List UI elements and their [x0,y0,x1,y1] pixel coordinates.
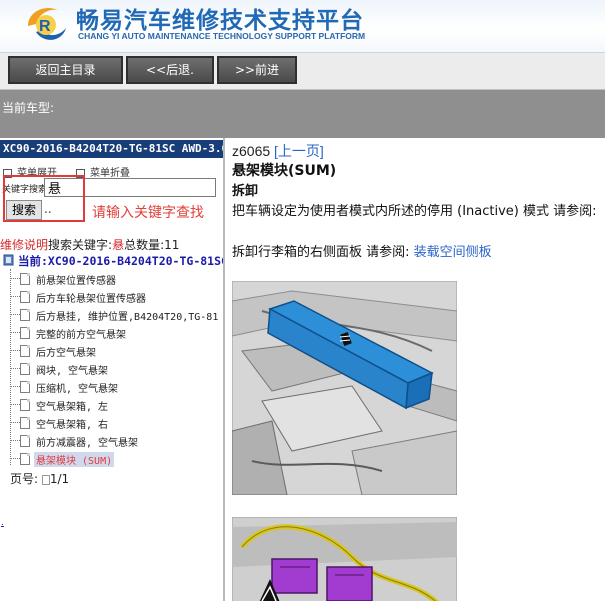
document-icon [20,381,30,393]
folder-tree-icon [3,254,14,266]
brand-title: 畅易汽车维修技术支持平台 [76,8,364,34]
search-hint: 请输入关键字查找 [92,205,204,221]
footer-link[interactable]: . [1,518,4,528]
connector-illustration [232,517,457,601]
tree-item-label: 空气悬架箱, 右 [36,420,109,431]
back-button[interactable]: <<后退. [126,56,214,84]
result-count: 11 [164,238,180,252]
page-value: 1/1 [49,472,70,486]
brand-subtitle: CHANG YI AUTO MAINTENANCE TECHNOLOGY SUP… [78,31,366,41]
tree-item[interactable]: 阀块, 空气悬架 [10,360,223,378]
vehicle-bar: 当前车型: [0,90,605,138]
tree-item-label: 前方减震器, 空气悬架 [36,438,139,449]
tree-item-label: 完整的前方空气悬架 [36,330,126,341]
tree-item-label: 阀块, 空气悬架 [36,366,109,377]
document-icon [20,327,30,339]
tree-item-label: 后方空气悬架 [36,348,96,359]
svg-text:R: R [39,18,51,35]
page-box-icon [41,474,50,485]
step-text: 拆卸行李箱的右侧面板 请参阅: [232,245,410,260]
tree-item[interactable]: 前悬架位置传感器 [10,270,223,288]
tree-item[interactable]: 后方车轮悬架位置传感器 [10,288,223,306]
current-node[interactable]: 当前:XC90-2016-B4204T20-TG-81SC AWD-3.0 [18,253,223,269]
tree-item[interactable]: 前方减震器, 空气悬架 [10,432,223,450]
document-icon [20,453,30,465]
document-id: z6065 [232,143,271,159]
suspension-module-illustration [232,281,457,495]
result-keyword-label: 搜索关键字: [48,238,113,252]
document-id-line: z6065 [上一页] [232,141,324,161]
result-keyword: 悬 [112,238,125,252]
page-info: 页号: 1/1 [10,470,69,487]
document-icon [20,417,30,429]
tree-item-label: 压缩机, 空气悬架 [36,384,119,395]
left-panel: XC90-2016-B4204T20-TG-81SC AWD-3.0 菜单展开 … [0,138,225,601]
document-title: 悬架模块(SUM) [232,163,337,179]
home-button[interactable]: 返回主目录 [8,56,123,84]
logo-icon: R [28,7,66,40]
search-highlight-box [3,175,85,222]
tree-item[interactable]: 完整的前方空气悬架 [10,324,223,342]
page-label: 页号: [10,472,39,486]
nav-bar: 返回主目录 <<后退. >>前进 [0,53,605,90]
result-count-label: 总数量: [124,238,165,252]
tree-item-label: 悬架模块 (SUM) [34,452,115,467]
tree-item-selected[interactable]: 悬架模块 (SUM) [10,450,223,468]
document-icon [20,435,30,447]
content-panel: z6065 [上一页] 悬架模块(SUM) 拆卸 把车辆设定为使用者模式内所述的… [226,138,605,601]
instruction-text: 把车辆设定为使用者模式内所述的停用 (Inactive) 模式 请参阅: [232,204,597,219]
search-result-summary: 维修说明搜索关键字:悬总数量:11 [0,236,179,253]
section-heading: 拆卸 [232,184,259,199]
tree-item[interactable]: 后方空气悬架 [10,342,223,360]
vehicle-label: 当前车型: [2,101,55,115]
document-icon [20,363,30,375]
tree-item[interactable]: 压缩机, 空气悬架 [10,378,223,396]
tree-item-label: 空气悬架箱, 左 [36,402,109,413]
tree-item[interactable]: 空气悬架箱, 左 [10,396,223,414]
tree-item[interactable]: 空气悬架箱, 右 [10,414,223,432]
prev-page-link[interactable]: [上一页] [274,143,324,159]
forward-button[interactable]: >>前进 [217,56,297,84]
document-icon [20,273,30,285]
step-reference-link[interactable]: 装载空间侧板 [414,245,492,260]
vehicle-title: XC90-2016-B4204T20-TG-81SC AWD-3.0 [0,140,223,158]
tree-item-label: 前悬架位置传感器 [36,276,116,287]
tree-item-label: 后方车轮悬架位置传感器 [36,294,146,305]
document-icon [20,345,30,357]
document-icon [20,291,30,303]
instruction-step: 拆卸行李箱的右侧面板 请参阅: 装载空间侧板 [232,241,492,260]
document-icon [20,309,30,321]
tree-item[interactable]: 后方悬挂, 维护位置,B4204T20,TG-81 [10,306,223,324]
tree-item-label: 后方悬挂, 维护位置,B4204T20,TG-81 [36,312,219,323]
result-prefix: 维修说明 [0,238,49,252]
header-banner: R 畅易汽车维修技术支持平台 CHANG YI AUTO MAINTENANCE… [0,0,605,53]
document-icon [20,399,30,411]
